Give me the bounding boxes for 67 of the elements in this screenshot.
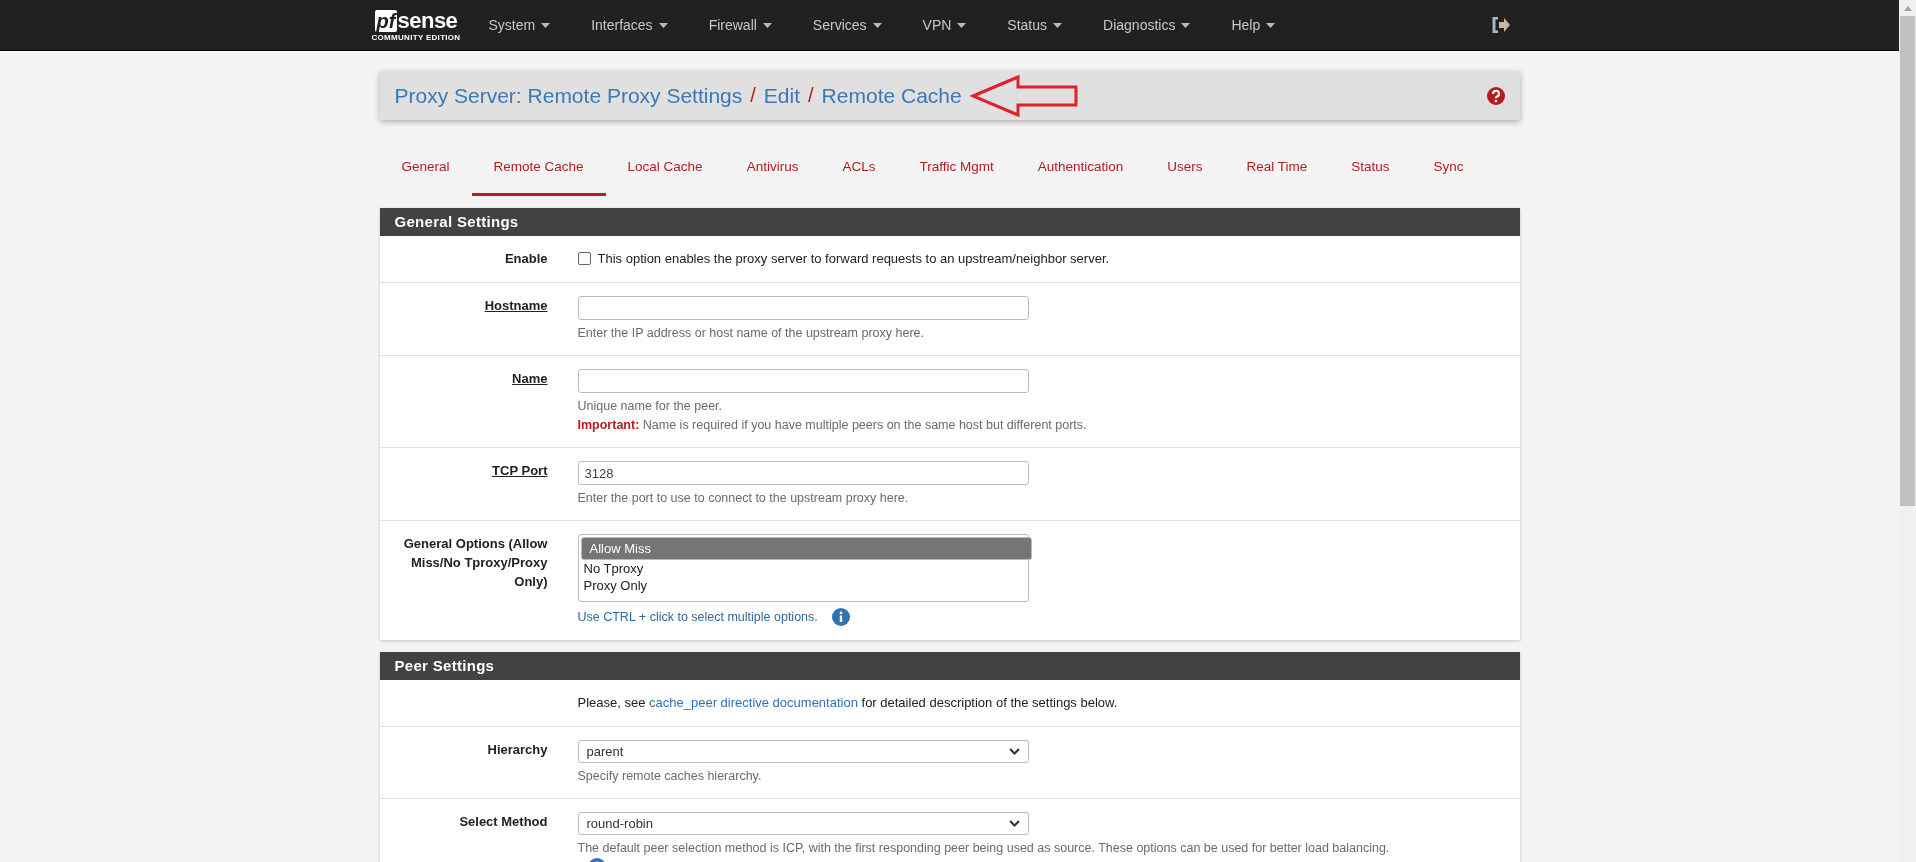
tab[interactable]: Traffic Mgmt	[897, 140, 1016, 196]
tab[interactable]: Status	[1329, 140, 1412, 196]
scroll-up-icon[interactable]	[1903, 6, 1912, 11]
list-option[interactable]: Allow Miss	[580, 537, 1032, 560]
panel-heading: Peer Settings	[379, 652, 1520, 680]
tab[interactable]: ACLs	[820, 140, 898, 196]
checkbox-label: This option enables the proxy server to forward requests to an upstream/neighbor server.	[597, 251, 1110, 266]
tab[interactable]: Antivirus	[724, 140, 821, 196]
help-text: The default peer selection method is ICP, with the first responding peer being used as source. These options can be used for better load balancing.	[577, 841, 1391, 856]
pfsense-logo[interactable]: pfsense COMMUNITY EDITION	[371, 8, 461, 42]
info-icon[interactable]	[831, 608, 850, 626]
field-label: Select Method	[459, 813, 548, 831]
nav-menu[interactable]: VPN	[922, 17, 967, 33]
nav-menu[interactable]: System	[488, 17, 551, 33]
text-input[interactable]: 3128	[577, 461, 1029, 485]
nav-menu[interactable]: Interfaces	[591, 17, 668, 33]
field-label-link[interactable]: Name	[512, 369, 548, 388]
text-input[interactable]	[577, 296, 1029, 320]
tab[interactable]: Local Cache	[605, 140, 725, 196]
help-text: Use CTRL + click to select multiple options.	[577, 609, 818, 625]
dropdown-select[interactable]: parent	[577, 740, 1029, 763]
field-label-link[interactable]: TCP Port	[492, 461, 548, 480]
caret-icon	[872, 22, 882, 28]
text-input[interactable]	[577, 369, 1029, 393]
caret-icon	[1266, 22, 1276, 28]
caret-icon	[1053, 22, 1063, 28]
help-text: Enter the port to use to connect to the upstream proxy here.	[577, 491, 910, 506]
tab[interactable]: General	[379, 140, 472, 196]
nav-menu[interactable]: Status	[1007, 17, 1063, 33]
help-text: Unique name for the peer.	[577, 399, 724, 414]
field-label: General Options (Allow Miss/No Tproxy/Proxy Only)	[402, 535, 548, 591]
breadcrumb-separator: /	[750, 84, 756, 107]
tab[interactable]: Users	[1145, 140, 1225, 196]
field-label: Hierarchy	[487, 741, 548, 759]
scrollbar-thumb[interactable]	[1900, 16, 1915, 506]
panel-heading: General Settings	[379, 208, 1520, 236]
logout-icon[interactable]	[1491, 17, 1510, 33]
chevron-down-icon	[1008, 820, 1020, 827]
help-text: Enter the IP address or host name of the upstream proxy here.	[577, 326, 925, 341]
help-icon[interactable]	[1486, 86, 1505, 105]
tab[interactable]: Authentication	[1015, 140, 1146, 196]
help-text: Specify remote caches hierarchy.	[577, 769, 763, 784]
dropdown-select[interactable]: round-robin	[577, 812, 1029, 835]
nav-menu[interactable]: Diagnostics	[1103, 17, 1191, 33]
caret-icon	[541, 22, 551, 28]
description-text: Please, see cache_peer directive documentation for detailed description of the settings below.	[577, 694, 1119, 712]
caret-icon	[957, 22, 967, 28]
scrollbar[interactable]	[1899, 0, 1916, 862]
tab[interactable]: Sync	[1411, 140, 1486, 196]
multi-select-list[interactable]: Allow Miss No Tproxy Proxy Only	[577, 534, 1029, 602]
list-option[interactable]: No Tproxy	[580, 560, 1032, 577]
chevron-down-icon	[1008, 748, 1020, 755]
nav-menu[interactable]: Firewall	[708, 17, 772, 33]
tab[interactable]: Remote Cache	[471, 140, 606, 196]
breadcrumb-separator: /	[808, 84, 814, 107]
help-text: Important: Name is required if you have multiple peers on the same host but different ports.	[577, 418, 1088, 433]
caret-icon	[1181, 22, 1191, 28]
caret-icon	[658, 22, 668, 28]
field-label: Enable	[504, 250, 548, 268]
caret-icon	[762, 22, 772, 28]
documentation-link[interactable]: cache_peer directive documentation	[649, 695, 858, 710]
list-option[interactable]: Proxy Only	[580, 577, 1032, 594]
nav-menu[interactable]: Help	[1231, 17, 1276, 33]
nav-menu[interactable]: Services	[812, 17, 882, 33]
checkbox[interactable]	[577, 252, 591, 265]
tab[interactable]: Real Time	[1224, 140, 1330, 196]
field-label-link[interactable]: Hostname	[484, 296, 548, 315]
